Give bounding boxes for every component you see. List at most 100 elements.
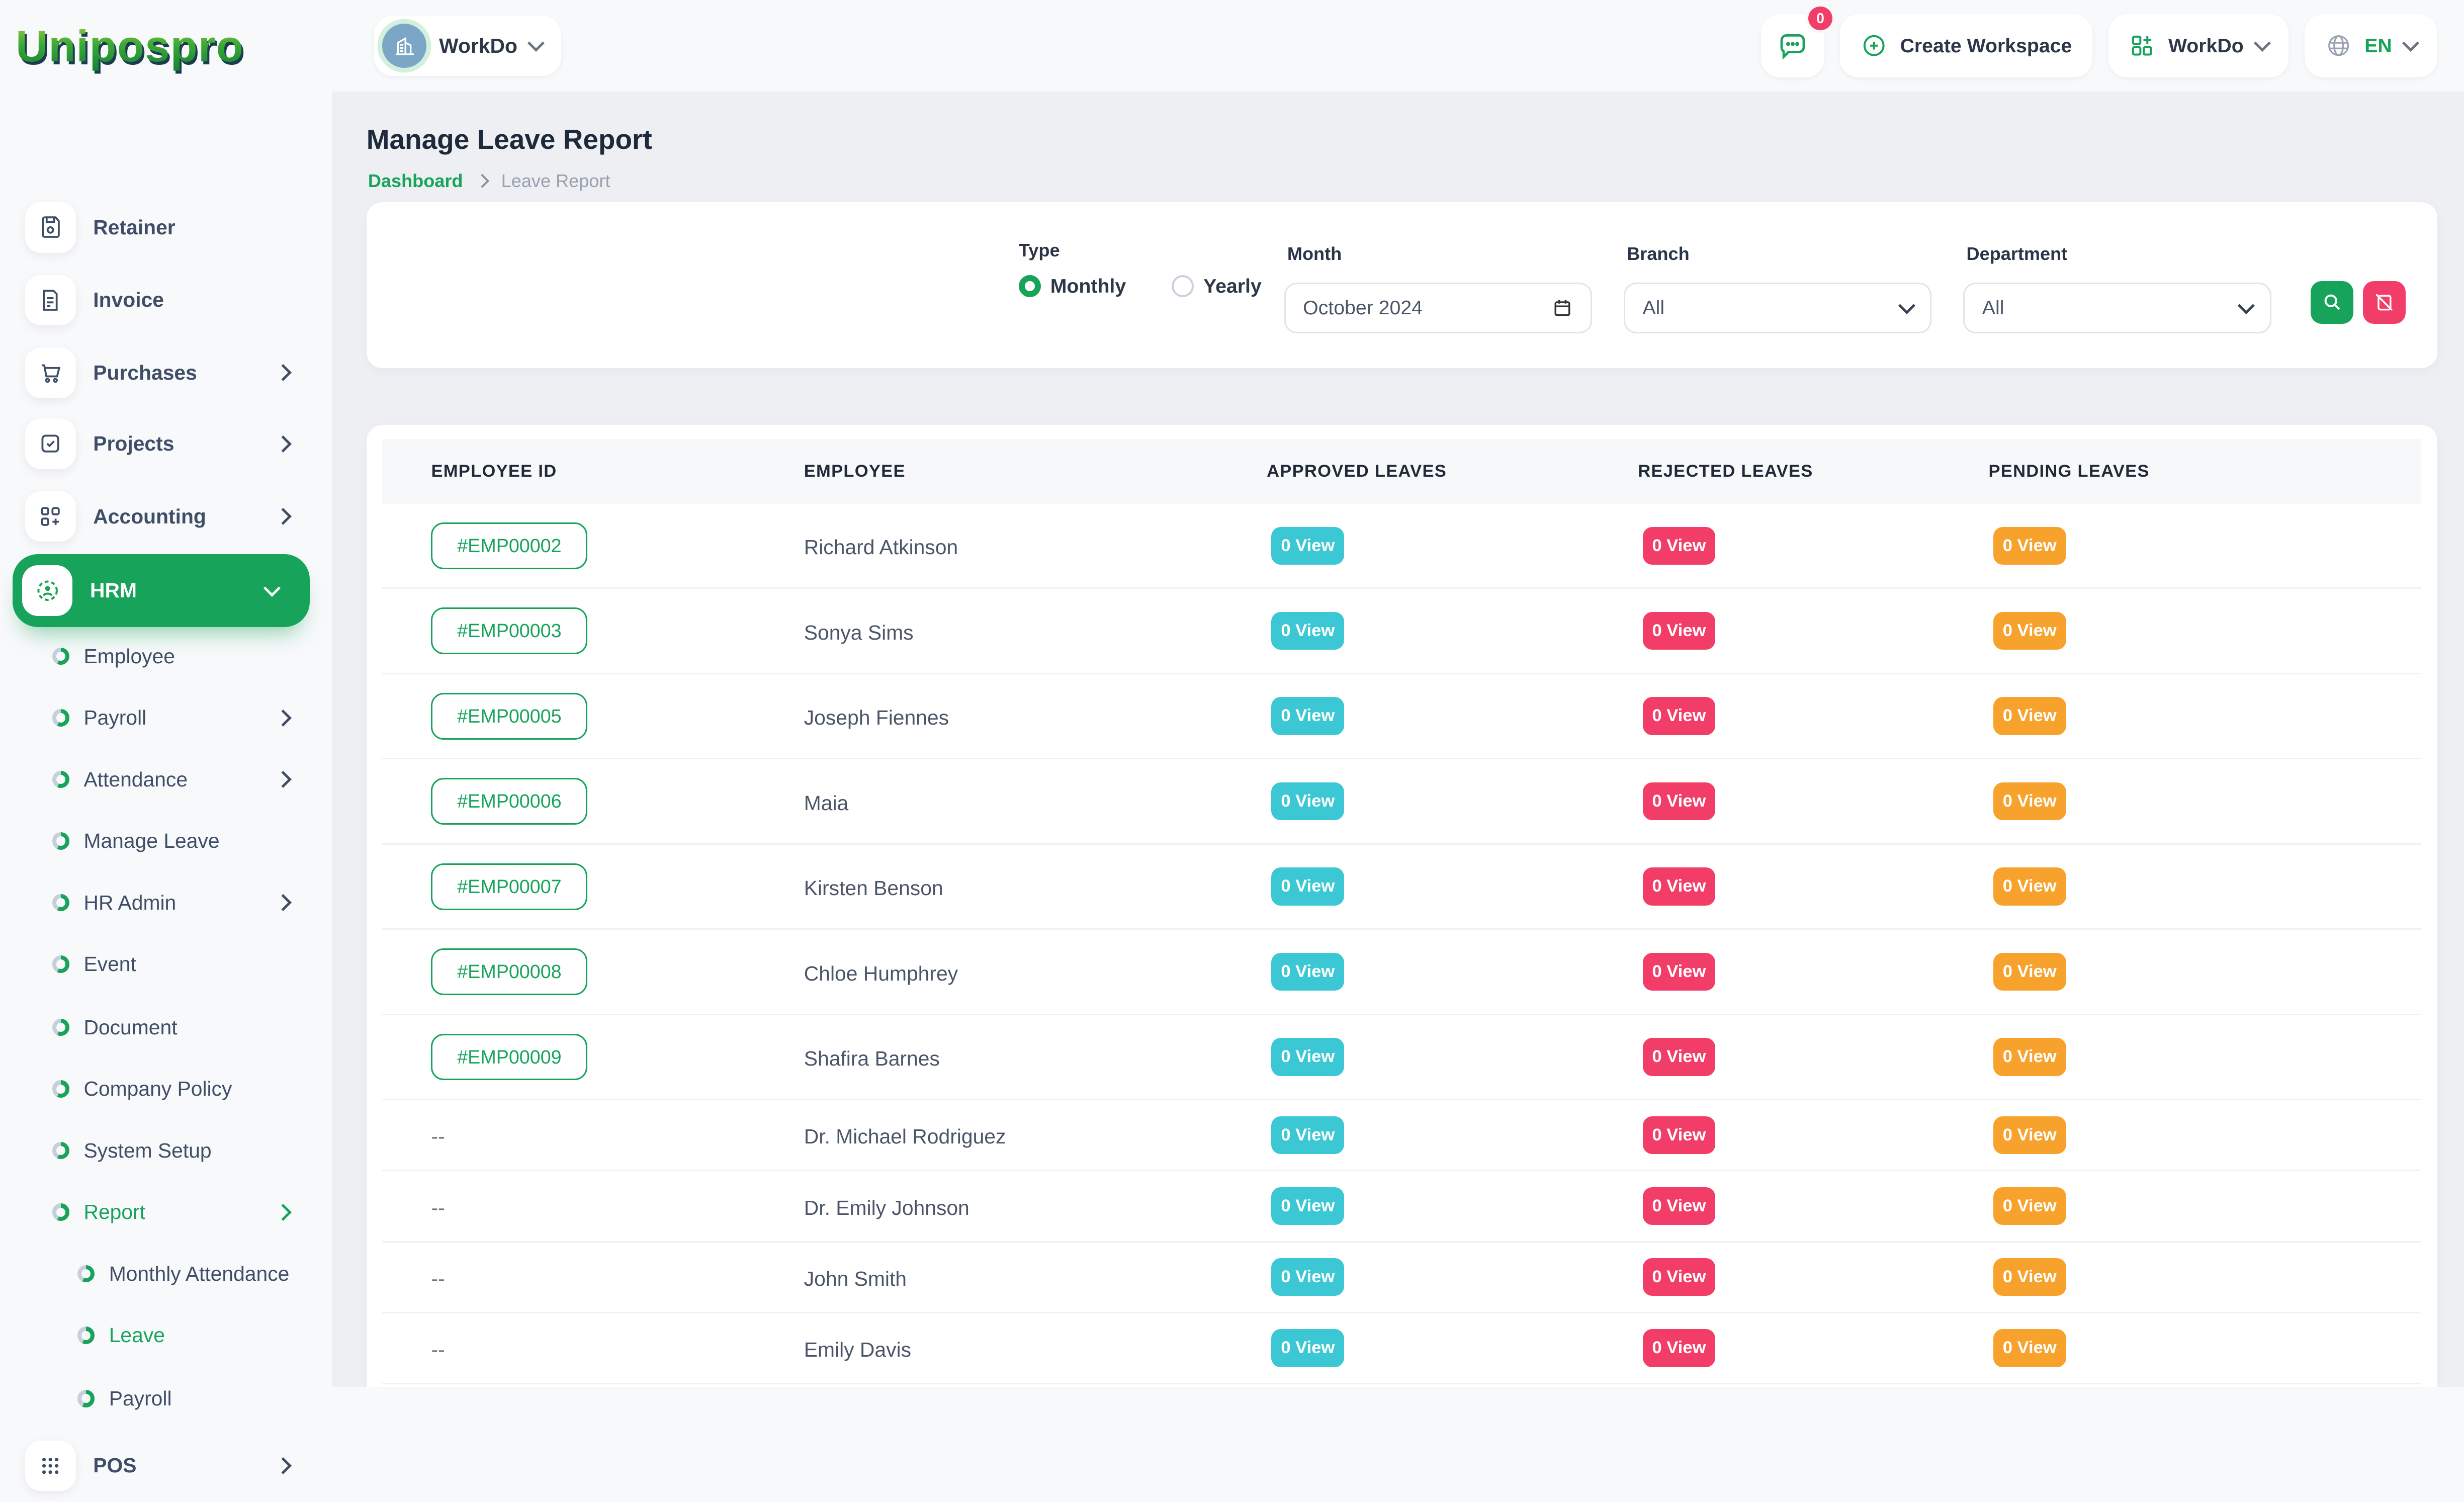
- pending-view-badge[interactable]: 0 View: [1993, 867, 2066, 905]
- approved-view-badge[interactable]: 0 View: [1271, 953, 1344, 991]
- sidebar-item-purchases[interactable]: Purchases: [0, 336, 332, 409]
- pos-icon: [25, 1441, 76, 1491]
- pending-view-badge[interactable]: 0 View: [1993, 953, 2066, 991]
- employee-id-chip[interactable]: #EMP00005: [431, 693, 587, 740]
- yearly-radio-label[interactable]: Yearly: [1203, 275, 1262, 298]
- sidebar-item-report[interactable]: Report: [0, 1181, 332, 1243]
- col-approved-leaves: APPROVED LEAVES: [1267, 439, 1638, 504]
- sidebar-item-retainer[interactable]: Retainer: [0, 191, 332, 263]
- pending-view-badge[interactable]: 0 View: [1993, 782, 2066, 820]
- rejected-view-badge[interactable]: 0 View: [1643, 1329, 1716, 1367]
- sidebar-item-hrm[interactable]: HRM: [13, 554, 310, 627]
- clear-filter-icon: [2373, 291, 2395, 313]
- department-select[interactable]: All: [1963, 283, 2271, 333]
- sidebar-item-monthly-attendance[interactable]: Monthly Attendance: [0, 1243, 332, 1304]
- breadcrumb-current: Leave Report: [501, 170, 610, 192]
- language-selector[interactable]: EN: [2305, 14, 2437, 77]
- rejected-view-badge[interactable]: 0 View: [1643, 867, 1716, 905]
- approved-view-badge[interactable]: 0 View: [1271, 1038, 1344, 1076]
- sidebar-item-event[interactable]: Event: [0, 933, 332, 995]
- rejected-view-badge[interactable]: 0 View: [1643, 1116, 1716, 1154]
- pending-view-badge[interactable]: 0 View: [1993, 697, 2066, 735]
- employee-name: Kirsten Benson: [804, 876, 943, 900]
- workspace-switcher[interactable]: WorkDo: [374, 16, 561, 75]
- approved-view-badge[interactable]: 0 View: [1271, 1329, 1344, 1367]
- sidebar-item-payroll[interactable]: Payroll: [0, 687, 332, 748]
- rejected-view-badge[interactable]: 0 View: [1643, 527, 1716, 565]
- sidebar-item-accounting[interactable]: Accounting: [0, 480, 332, 553]
- pending-view-badge[interactable]: 0 View: [1993, 1038, 2066, 1076]
- approved-view-badge[interactable]: 0 View: [1271, 612, 1344, 650]
- chevron-right-icon: [275, 710, 292, 727]
- employee-id-chip[interactable]: #EMP00008: [431, 948, 587, 995]
- employee-id-chip[interactable]: #EMP00003: [431, 607, 587, 654]
- branch-label: Branch: [1627, 243, 1689, 264]
- pending-view-badge[interactable]: 0 View: [1993, 1329, 2066, 1367]
- rejected-view-badge[interactable]: 0 View: [1643, 782, 1716, 820]
- rejected-view-badge[interactable]: 0 View: [1643, 1187, 1716, 1225]
- sidebar-item-employee[interactable]: Employee: [0, 626, 332, 687]
- workspace-menu-button[interactable]: WorkDo: [2108, 14, 2289, 77]
- employee-name: Emily Davis: [804, 1338, 911, 1361]
- sidebar-item-manage-leave[interactable]: Manage Leave: [0, 810, 332, 871]
- breadcrumb-dashboard-link[interactable]: Dashboard: [368, 170, 463, 192]
- employee-id-chip[interactable]: #EMP00002: [431, 522, 587, 569]
- rejected-view-badge[interactable]: 0 View: [1643, 697, 1716, 735]
- pending-view-badge[interactable]: 0 View: [1993, 1187, 2066, 1225]
- rejected-view-badge[interactable]: 0 View: [1643, 953, 1716, 991]
- chevron-right-icon: [275, 435, 292, 453]
- sidebar-item-attendance[interactable]: Attendance: [0, 749, 332, 810]
- employee-name: Chloe Humphrey: [804, 962, 958, 985]
- sidebar-item-label: Manage Leave: [83, 829, 219, 853]
- sidebar-item-system-setup[interactable]: System Setup: [0, 1120, 332, 1181]
- sidebar-item-payroll-report[interactable]: Payroll: [0, 1368, 332, 1429]
- employee-id-chip[interactable]: #EMP00006: [431, 778, 587, 825]
- employee-id-empty: --: [431, 1196, 445, 1219]
- reset-button[interactable]: [2363, 281, 2406, 324]
- col-rejected-leaves: REJECTED LEAVES: [1638, 439, 1988, 504]
- messenger-button[interactable]: 0: [1761, 14, 1824, 77]
- approved-view-badge[interactable]: 0 View: [1271, 867, 1344, 905]
- employee-id-chip[interactable]: #EMP00007: [431, 863, 587, 910]
- table-header-row: EMPLOYEE ID EMPLOYEE APPROVED LEAVES REJ…: [382, 439, 2421, 504]
- approved-view-badge[interactable]: 0 View: [1271, 697, 1344, 735]
- pending-view-badge[interactable]: 0 View: [1993, 612, 2066, 650]
- rejected-view-badge[interactable]: 0 View: [1643, 1038, 1716, 1076]
- approved-view-badge[interactable]: 0 View: [1271, 1116, 1344, 1154]
- sidebar-item-pos[interactable]: POS: [0, 1430, 332, 1502]
- sidebar-item-company-policy[interactable]: Company Policy: [0, 1058, 332, 1119]
- chevron-right-icon: [275, 1204, 292, 1221]
- pending-view-badge[interactable]: 0 View: [1993, 527, 2066, 565]
- yearly-radio[interactable]: [1172, 275, 1194, 297]
- sidebar-item-hr-admin[interactable]: HR Admin: [0, 872, 332, 933]
- branch-select[interactable]: All: [1624, 283, 1931, 333]
- monthly-radio-label[interactable]: Monthly: [1050, 275, 1126, 298]
- rejected-view-badge[interactable]: 0 View: [1643, 612, 1716, 650]
- sidebar-item-document[interactable]: Document: [0, 997, 332, 1058]
- employee-name: Shafira Barnes: [804, 1047, 940, 1070]
- sidebar-item-projects[interactable]: Projects: [0, 407, 332, 480]
- approved-view-badge[interactable]: 0 View: [1271, 1258, 1344, 1296]
- approved-view-badge[interactable]: 0 View: [1271, 782, 1344, 820]
- approved-view-badge[interactable]: 0 View: [1271, 527, 1344, 565]
- search-button[interactable]: [2311, 281, 2353, 324]
- employee-name: Richard Atkinson: [804, 536, 958, 559]
- monthly-radio[interactable]: [1019, 275, 1041, 297]
- create-workspace-button[interactable]: Create Workspace: [1840, 14, 2092, 77]
- workspace-avatar-building-icon: [382, 24, 426, 68]
- sidebar-item-leave[interactable]: Leave: [0, 1304, 332, 1366]
- sidebar-item-invoice[interactable]: Invoice: [0, 264, 332, 336]
- sidebar-item-label: HRM: [90, 579, 137, 602]
- rejected-view-badge[interactable]: 0 View: [1643, 1258, 1716, 1296]
- pending-view-badge[interactable]: 0 View: [1993, 1116, 2066, 1154]
- month-input[interactable]: October 2024: [1284, 283, 1592, 333]
- pending-view-badge[interactable]: 0 View: [1993, 1258, 2066, 1296]
- employee-id-empty: --: [431, 1338, 445, 1361]
- approved-view-badge[interactable]: 0 View: [1271, 1187, 1344, 1225]
- search-icon: [2321, 291, 2343, 313]
- sidebar-item-label: Report: [83, 1200, 145, 1224]
- app-logo[interactable]: Unipospro: [16, 21, 244, 72]
- employee-id-chip[interactable]: #EMP00009: [431, 1034, 587, 1081]
- plus-circle-icon: [1861, 32, 1887, 59]
- bullet-icon: [52, 1203, 70, 1221]
